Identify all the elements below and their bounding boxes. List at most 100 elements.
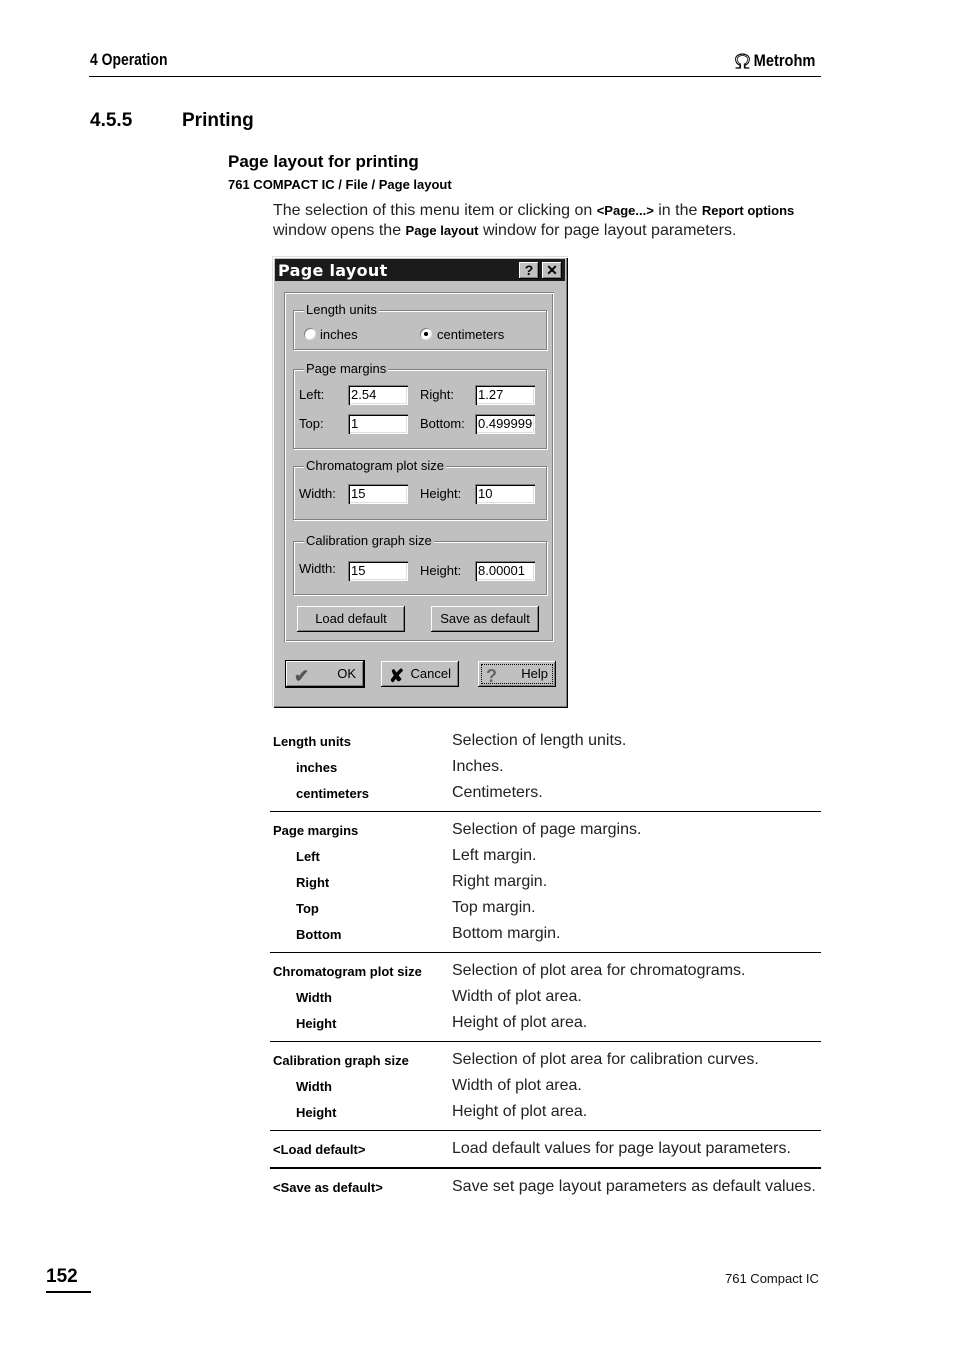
calibration-width-label: Width: bbox=[299, 561, 336, 576]
table-group: Length units Selection of length units. in… bbox=[270, 728, 821, 806]
chromatogram-width-label: Width: bbox=[299, 486, 336, 501]
table-row: Left Left margin. bbox=[270, 843, 821, 869]
table-key: Right bbox=[296, 874, 330, 890]
table-value: Selection of length units. bbox=[452, 732, 627, 749]
table-row: Height Height of plot area. bbox=[270, 1010, 821, 1036]
table-value: Width of plot area. bbox=[452, 1077, 582, 1094]
table-row: Bottom Bottom margin. bbox=[270, 921, 821, 947]
intro-text: window opens the bbox=[273, 222, 406, 239]
table-key: Left bbox=[296, 848, 320, 864]
table-group: Chromatogram plot size Selection of plot … bbox=[270, 958, 821, 1036]
table-row: centimeters Centimeters. bbox=[270, 780, 821, 806]
bottom-margin-input[interactable]: 0.499999 bbox=[475, 414, 535, 434]
table-key: Top bbox=[296, 900, 319, 916]
table-separator bbox=[270, 1041, 821, 1042]
table-row: Length units Selection of length units. bbox=[270, 728, 821, 754]
dialog-titlebar[interactable]: Page layout ? ✕ bbox=[275, 259, 565, 281]
question-icon: ? bbox=[486, 666, 497, 686]
section-number: 4.5.5 bbox=[90, 110, 133, 131]
intro-text: window for page layout parameters. bbox=[478, 222, 737, 239]
help-button[interactable]: ? Help bbox=[478, 661, 556, 687]
section-title: Printing bbox=[182, 110, 254, 131]
dialog-title: Page layout bbox=[278, 261, 388, 280]
calibration-height-label: Height: bbox=[420, 563, 462, 578]
table-key: Calibration graph size bbox=[273, 1052, 409, 1068]
close-icon[interactable]: ✕ bbox=[542, 262, 562, 279]
subsection-title: Page layout for printing bbox=[228, 152, 419, 171]
chromatogram-width-input[interactable]: 15 bbox=[348, 484, 408, 504]
page-number-rule bbox=[46, 1291, 91, 1293]
table-value: Selection of plot area for calibration c… bbox=[452, 1051, 759, 1068]
right-margin-input[interactable]: 1.27 bbox=[475, 385, 535, 405]
table-value: Height of plot area. bbox=[452, 1103, 588, 1120]
intro-page-button-ref: <Page...> bbox=[596, 203, 654, 218]
table-key: centimeters bbox=[296, 785, 369, 801]
radio-centimeters-label[interactable]: centimeters bbox=[437, 327, 504, 342]
top-margin-input[interactable]: 1 bbox=[348, 414, 408, 434]
table-value: Right margin. bbox=[452, 873, 548, 890]
brand-logo: Metrohm bbox=[733, 51, 815, 71]
table-value: Inches. bbox=[452, 758, 504, 775]
length-units-group: Length units inches centimeters bbox=[293, 302, 547, 350]
intro-page-layout-ref: Page layout bbox=[405, 223, 479, 238]
left-margin-input[interactable]: 2.54 bbox=[348, 385, 408, 405]
table-value: Save set page layout parameters as defau… bbox=[452, 1178, 816, 1195]
intro-report-options-ref: Report options bbox=[701, 203, 795, 218]
table-key: <Load default> bbox=[273, 1141, 366, 1157]
table-row: <Save as default> Save set page layout pa… bbox=[270, 1174, 821, 1200]
help-icon[interactable]: ? bbox=[519, 262, 539, 279]
table-row: <Load default> Load default values for pa… bbox=[270, 1136, 821, 1162]
table-key: inches bbox=[296, 759, 338, 775]
calibration-size-label: Calibration graph size bbox=[304, 533, 434, 548]
calibration-size-group: Calibration graph size Width: 15 Height:… bbox=[293, 533, 547, 595]
chromatogram-height-input[interactable]: 10 bbox=[475, 484, 535, 504]
brand-name: Metrohm bbox=[753, 51, 816, 70]
table-value: Centimeters. bbox=[452, 784, 543, 801]
table-row: Right Right margin. bbox=[270, 869, 821, 895]
save-as-default-button[interactable]: Save as default bbox=[431, 606, 539, 632]
menu-path: 761 COMPACT IC / File / Page layout bbox=[228, 177, 452, 192]
table-key: Height bbox=[296, 1104, 337, 1120]
table-row: inches Inches. bbox=[270, 754, 821, 780]
calibration-height-input[interactable]: 8.00001 bbox=[475, 561, 535, 581]
load-default-button[interactable]: Load default bbox=[297, 606, 405, 632]
header-rule bbox=[89, 76, 821, 77]
table-key: Width bbox=[296, 989, 332, 1005]
table-group: <Load default> Load default values for pa… bbox=[270, 1136, 821, 1162]
table-value: Height of plot area. bbox=[452, 1014, 588, 1031]
table-row: Page margins Selection of page margins. bbox=[270, 817, 821, 843]
table-group: Calibration graph size Selection of plot … bbox=[270, 1047, 821, 1125]
table-separator bbox=[270, 1167, 821, 1169]
ok-button[interactable]: ✔ OK bbox=[285, 660, 365, 688]
table-key: Height bbox=[296, 1015, 337, 1031]
calibration-width-input[interactable]: 15 bbox=[348, 561, 408, 581]
radio-inches-label[interactable]: inches bbox=[320, 327, 358, 342]
table-group: <Save as default> Save set page layout pa… bbox=[270, 1174, 821, 1200]
table-row: Width Width of plot area. bbox=[270, 1073, 821, 1099]
table-value: Left margin. bbox=[452, 847, 537, 864]
ok-button-label: OK bbox=[337, 666, 356, 681]
description-table: Length units Selection of length units. in… bbox=[270, 728, 821, 1200]
table-key: Chromatogram plot size bbox=[273, 963, 422, 979]
settings-panel: Length units inches centimeters Page mar… bbox=[284, 292, 554, 642]
radio-inches[interactable] bbox=[304, 328, 316, 340]
table-separator bbox=[270, 1130, 821, 1131]
radio-centimeters[interactable] bbox=[420, 328, 432, 340]
cancel-button[interactable]: ✘ Cancel bbox=[381, 661, 459, 687]
table-value: Top margin. bbox=[452, 899, 536, 916]
page-margins-group: Page margins Left: 2.54 Right: 1.27 Top:… bbox=[293, 361, 547, 449]
intro-text: The selection of this menu item or click… bbox=[273, 202, 597, 219]
x-icon: ✘ bbox=[389, 666, 405, 686]
page-number: 152 bbox=[46, 1266, 78, 1287]
table-row: Chromatogram plot size Selection of plot … bbox=[270, 958, 821, 984]
table-separator bbox=[270, 811, 821, 812]
chromatogram-size-group: Chromatogram plot size Width: 15 Height:… bbox=[293, 458, 547, 520]
help-button-label: Help bbox=[521, 666, 548, 681]
table-value: Selection of plot area for chromatograms… bbox=[452, 962, 746, 979]
omega-logo-icon bbox=[735, 53, 750, 69]
table-row: Top Top margin. bbox=[270, 895, 821, 921]
table-key: Width bbox=[296, 1078, 332, 1094]
table-row: Height Height of plot area. bbox=[270, 1099, 821, 1125]
length-units-label: Length units bbox=[304, 302, 379, 317]
table-value: Load default values for page layout para… bbox=[452, 1140, 791, 1157]
